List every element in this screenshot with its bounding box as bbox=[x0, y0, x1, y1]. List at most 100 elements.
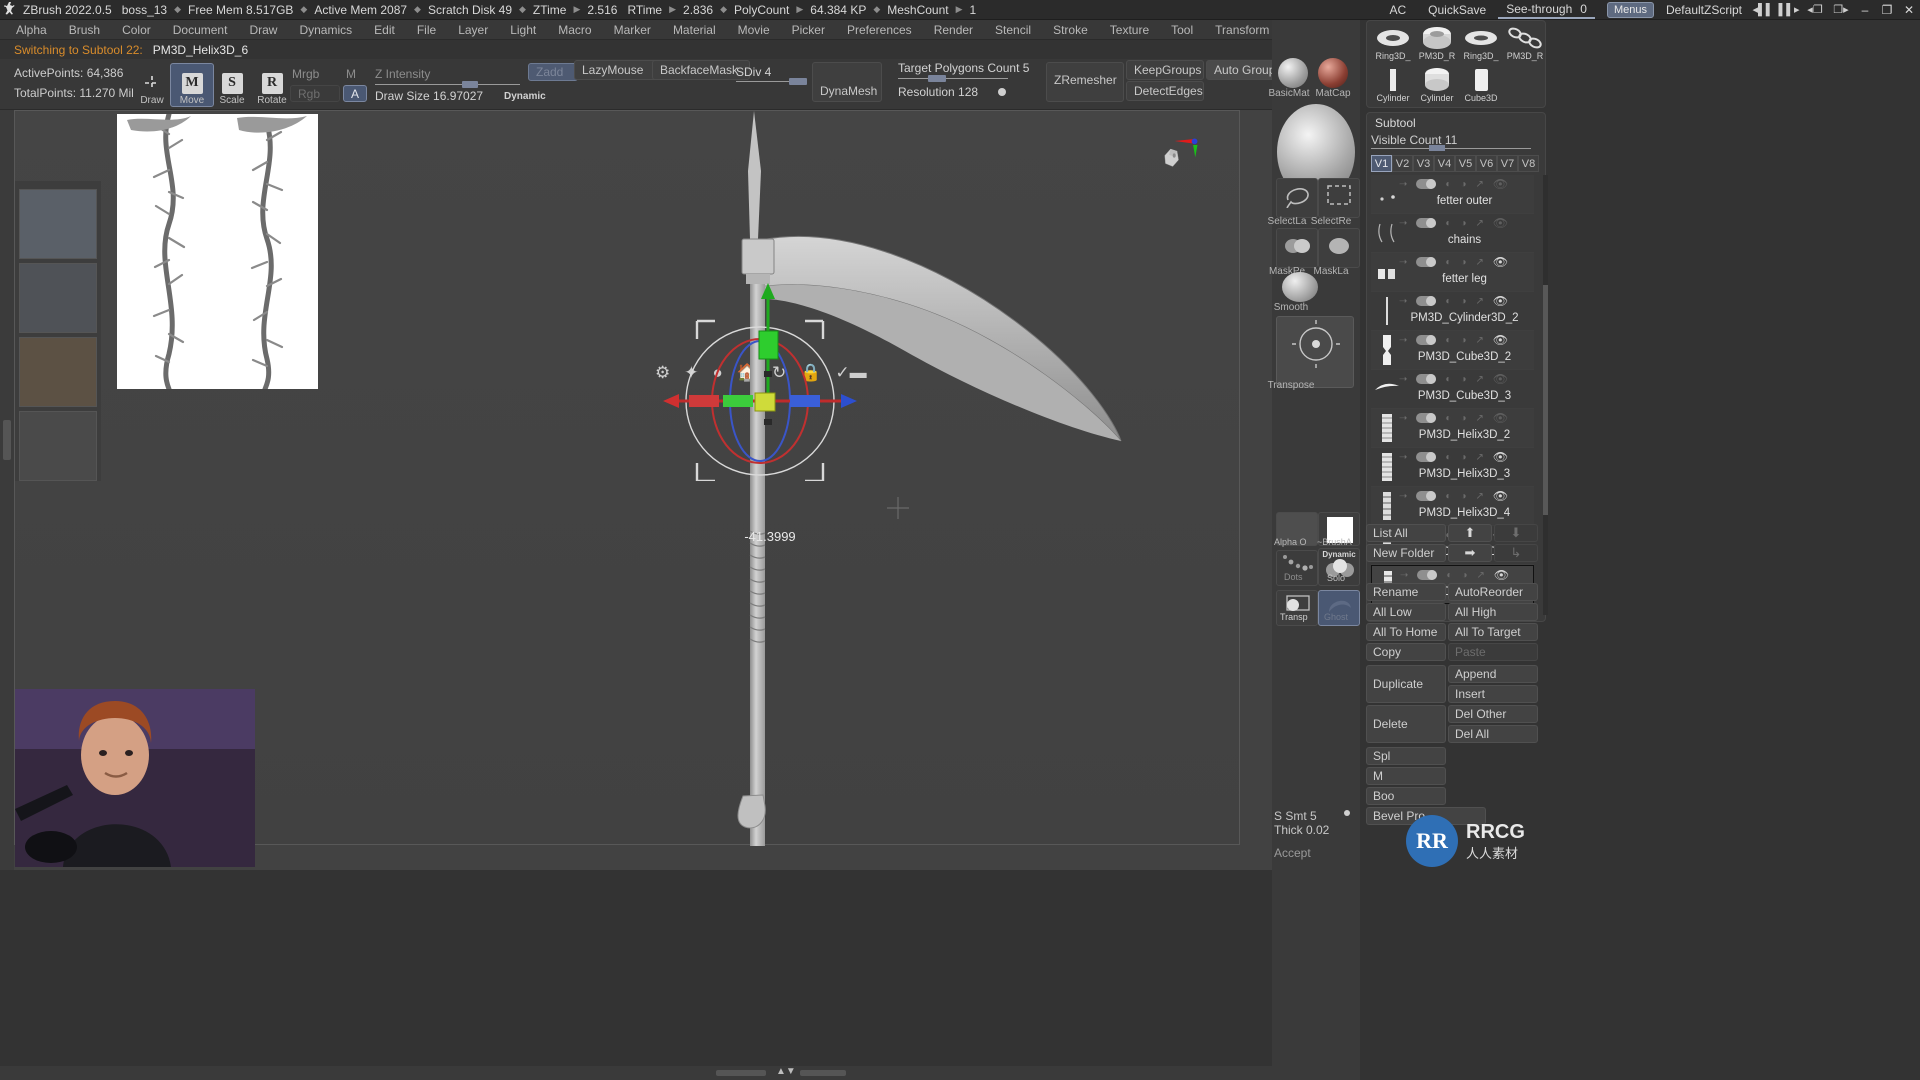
default-zscript-label[interactable]: DefaultZScript bbox=[1658, 3, 1750, 17]
indent-right-button[interactable]: ➡ bbox=[1448, 544, 1492, 562]
half-moon-icon[interactable]: ◐ bbox=[1445, 179, 1451, 190]
mask-pen-button[interactable] bbox=[1276, 228, 1318, 268]
minimize-button[interactable]: – bbox=[1854, 3, 1876, 17]
all-to-home-button[interactable]: All To Home bbox=[1366, 623, 1446, 641]
see-through-slider[interactable]: See-through 0 bbox=[1498, 1, 1595, 19]
menu-color[interactable]: Color bbox=[112, 21, 161, 39]
zremesher-button[interactable]: ZRemesher bbox=[1046, 62, 1124, 102]
mask-lasso-button[interactable] bbox=[1318, 228, 1360, 268]
eye-icon[interactable]: 👁 bbox=[1493, 255, 1508, 269]
menu-document[interactable]: Document bbox=[163, 21, 238, 39]
menu-render[interactable]: Render bbox=[924, 21, 983, 39]
curve-icon[interactable]: ↗ bbox=[1475, 257, 1483, 268]
half-moon-icon[interactable]: ◐ bbox=[1445, 296, 1451, 307]
curve-icon[interactable]: ↗ bbox=[1475, 374, 1483, 385]
bottom-grip-right[interactable] bbox=[800, 1070, 846, 1076]
view-tab-v5[interactable]: V5 bbox=[1455, 155, 1476, 172]
rotate-mode-button[interactable]: R Rotate bbox=[250, 63, 294, 107]
all-to-target-button[interactable]: All To Target bbox=[1448, 623, 1538, 641]
subtool-row-icons[interactable]: ➝ ◐ ◑ ↗ 👁 bbox=[1399, 372, 1531, 386]
subtool-row[interactable]: ➝ ◐ ◑ ↗ 👁 PM3D_Cube3D_3 bbox=[1371, 370, 1534, 409]
visibility-pill-icon[interactable] bbox=[1416, 257, 1437, 267]
view-tab-v4[interactable]: V4 bbox=[1434, 155, 1455, 172]
contrast-icon[interactable]: ◑ bbox=[1460, 452, 1466, 463]
menu-macro[interactable]: Macro bbox=[548, 21, 601, 39]
bottom-grip-left[interactable] bbox=[716, 1070, 766, 1076]
eye-icon[interactable]: 👁 bbox=[1493, 177, 1508, 191]
visibility-pill-icon[interactable] bbox=[1416, 218, 1437, 228]
sdiv-slider[interactable]: SDiv 4 bbox=[736, 65, 771, 79]
half-moon-icon[interactable]: ◐ bbox=[1446, 570, 1452, 581]
half-moon-icon[interactable]: ◐ bbox=[1445, 218, 1451, 229]
contrast-icon[interactable]: ◑ bbox=[1460, 257, 1466, 268]
arrow-icon[interactable]: ➝ bbox=[1399, 296, 1407, 307]
visibility-pill-icon[interactable] bbox=[1416, 179, 1437, 189]
transpose-gizmo[interactable] bbox=[645, 281, 875, 481]
view-tab-v8[interactable]: V8 bbox=[1518, 155, 1539, 172]
del-all-button[interactable]: Del All bbox=[1448, 725, 1538, 743]
subtool-row-icons[interactable]: ➝ ◐ ◑ ↗ 👁 bbox=[1399, 294, 1531, 308]
contrast-icon[interactable]: ◑ bbox=[1460, 374, 1466, 385]
curve-icon[interactable]: ↗ bbox=[1475, 413, 1483, 424]
delete-button[interactable]: Delete bbox=[1366, 705, 1446, 743]
subtool-row-icons[interactable]: ➝ ◐ ◑ ↗ 👁 bbox=[1399, 411, 1531, 425]
scale-mode-button[interactable]: S Scale bbox=[210, 63, 254, 107]
arrow-icon[interactable]: ➝ bbox=[1399, 179, 1407, 190]
arrow-icon[interactable]: ➝ bbox=[1400, 570, 1408, 581]
auto-reorder-button[interactable]: AutoReorder bbox=[1448, 583, 1538, 601]
z-intensity-slider-knob[interactable] bbox=[462, 81, 478, 88]
left-tray-strip[interactable] bbox=[0, 110, 14, 870]
arrow-icon[interactable]: ➝ bbox=[1399, 257, 1407, 268]
curve-icon[interactable]: ↗ bbox=[1475, 452, 1483, 463]
next-subtool-icon[interactable]: ❐▸ bbox=[1828, 1, 1854, 19]
curve-icon[interactable]: ↗ bbox=[1475, 491, 1483, 502]
half-moon-icon[interactable]: ◐ bbox=[1445, 413, 1451, 424]
eye-icon[interactable]: 👁 bbox=[1493, 333, 1508, 347]
split-button[interactable]: Spl bbox=[1366, 747, 1446, 765]
view-tab-v1[interactable]: V1 bbox=[1371, 155, 1392, 172]
eye-icon[interactable]: 👁 bbox=[1493, 489, 1508, 503]
contrast-icon[interactable]: ◑ bbox=[1460, 335, 1466, 346]
tool-thumb[interactable]: PM3D_R bbox=[1503, 23, 1547, 62]
rgb-button[interactable]: Rgb bbox=[290, 85, 340, 102]
menu-stencil[interactable]: Stencil bbox=[985, 21, 1041, 39]
visibility-pill-icon[interactable] bbox=[1416, 413, 1437, 423]
merge-button[interactable]: M bbox=[1366, 767, 1446, 785]
curve-icon[interactable]: ↗ bbox=[1475, 335, 1483, 346]
arrow-icon[interactable]: ➝ bbox=[1399, 374, 1407, 385]
target-polygons-knob[interactable] bbox=[928, 75, 946, 82]
visibility-pill-icon[interactable] bbox=[1416, 335, 1437, 345]
insert-button[interactable]: Insert bbox=[1448, 685, 1538, 703]
curve-icon[interactable]: ↗ bbox=[1475, 296, 1483, 307]
contrast-icon[interactable]: ◑ bbox=[1460, 296, 1466, 307]
subtool-row-icons[interactable]: ➝ ◐ ◑ ↗ 👁 bbox=[1399, 333, 1531, 347]
del-other-button[interactable]: Del Other bbox=[1448, 705, 1538, 723]
eye-icon[interactable]: 👁 bbox=[1493, 411, 1508, 425]
mrgb-button[interactable]: Mrgb bbox=[292, 67, 319, 81]
menu-tool[interactable]: Tool bbox=[1161, 21, 1203, 39]
menu-file[interactable]: File bbox=[407, 21, 446, 39]
scrollbar-grip[interactable] bbox=[1543, 285, 1548, 515]
canvas-area[interactable]: ⚙ ✦ ● 🏠 ↻ 🔒 ✓▬ -41.3999 bbox=[14, 110, 1385, 870]
menu-layer[interactable]: Layer bbox=[448, 21, 498, 39]
subtool-row[interactable]: ➝ ◐ ◑ ↗ 👁 chains bbox=[1371, 214, 1534, 253]
menu-material[interactable]: Material bbox=[663, 21, 726, 39]
document-viewport[interactable]: ⚙ ✦ ● 🏠 ↻ 🔒 ✓▬ -41.3999 bbox=[14, 110, 1240, 867]
arrow-icon[interactable]: ➝ bbox=[1399, 413, 1407, 424]
quicksave-button[interactable]: QuickSave bbox=[1416, 3, 1498, 17]
duplicate-button[interactable]: Duplicate bbox=[1366, 665, 1446, 703]
dynamic-label[interactable]: Dynamic bbox=[504, 91, 546, 102]
eye-icon[interactable]: 👁 bbox=[1493, 216, 1508, 230]
menu-transform[interactable]: Transform bbox=[1205, 21, 1279, 39]
thick-slider[interactable]: Thick 0.02 bbox=[1274, 823, 1329, 837]
menu-movie[interactable]: Movie bbox=[728, 21, 780, 39]
prev-subtool-icon[interactable]: ◂❐ bbox=[1802, 1, 1828, 19]
half-moon-icon[interactable]: ◐ bbox=[1445, 335, 1451, 346]
tool-thumb[interactable]: Ring3D_ bbox=[1459, 23, 1503, 62]
rename-button[interactable]: Rename bbox=[1366, 583, 1446, 601]
move-mode-button[interactable]: M Move bbox=[170, 63, 214, 107]
subtool-row-icons[interactable]: ➝ ◐ ◑ ↗ 👁 bbox=[1399, 216, 1531, 230]
arrow-icon[interactable]: ➝ bbox=[1399, 452, 1407, 463]
menu-edit[interactable]: Edit bbox=[364, 21, 405, 39]
half-moon-icon[interactable]: ◐ bbox=[1445, 452, 1451, 463]
